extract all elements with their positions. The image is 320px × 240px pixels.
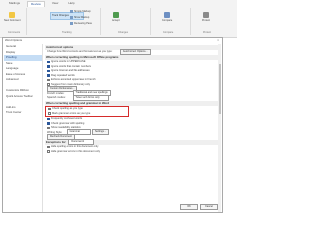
new-comment-button[interactable]: New Comment bbox=[4, 12, 21, 22]
spanish-modes-row: Spanish modes: Tuteo verb forms only bbox=[45, 94, 221, 101]
group-label-comments: Comments bbox=[8, 31, 21, 34]
ribbon: Mailings Review View Help New Comment Co… bbox=[0, 0, 237, 38]
ribbon-tabs: Mailings Review View Help bbox=[6, 1, 77, 7]
tab-view[interactable]: View bbox=[49, 1, 61, 6]
proofing-content: AutoCorrect options Change how Word corr… bbox=[45, 44, 221, 212]
group-label-compare: Compare bbox=[163, 31, 174, 34]
protect-button[interactable]: Protect bbox=[202, 12, 210, 22]
close-icon[interactable]: × bbox=[217, 38, 219, 43]
checkbox[interactable] bbox=[47, 145, 50, 148]
group-label-protect: Protect bbox=[203, 31, 211, 34]
checkbox[interactable] bbox=[48, 112, 51, 115]
checkbox[interactable] bbox=[47, 60, 50, 63]
checkbox-row[interactable]: Hide grammar errors in this document onl… bbox=[45, 149, 221, 154]
checkbox[interactable] bbox=[47, 117, 50, 120]
checkbox-label: Enforce accented uppercase in French bbox=[51, 78, 96, 82]
reviewing-pane-icon bbox=[70, 22, 73, 25]
nav-item-trust-center[interactable]: Trust Center bbox=[4, 110, 42, 116]
group-label-changes: Changes bbox=[118, 31, 129, 34]
checkbox[interactable] bbox=[47, 65, 50, 68]
checkbox-label: Hide grammar errors in this document onl… bbox=[51, 149, 101, 153]
checkbox[interactable] bbox=[47, 78, 50, 81]
checkbox[interactable] bbox=[48, 107, 51, 110]
checkbox-label: Frequently confused words bbox=[51, 117, 83, 121]
checkbox[interactable] bbox=[47, 69, 50, 72]
checkbox-label: Mark grammar errors as you type bbox=[52, 111, 91, 115]
group-divider bbox=[150, 8, 151, 35]
checkbox[interactable] bbox=[47, 122, 50, 125]
compare-button[interactable]: Compare bbox=[162, 12, 172, 22]
checkbox-label: Check grammar with spelling bbox=[51, 121, 85, 125]
checkbox-label: Flag repeated words bbox=[51, 73, 75, 77]
autocorrect-row: Change how Word corrects and formats tex… bbox=[45, 48, 221, 55]
checkbox-label: Hide spelling errors in this document on… bbox=[51, 145, 99, 149]
checkbox-label: Ignore words that contain numbers bbox=[51, 64, 91, 68]
checkbox-row-mark-grammar[interactable]: Mark grammar errors as you type bbox=[46, 111, 128, 116]
tab-help[interactable]: Help bbox=[65, 1, 77, 6]
show-markup-icon bbox=[70, 16, 73, 19]
checkbox[interactable] bbox=[47, 74, 50, 77]
french-modes-label: French modes: bbox=[47, 91, 65, 95]
scrollbar-thumb[interactable] bbox=[218, 64, 221, 114]
cancel-button[interactable]: Cancel bbox=[200, 204, 218, 210]
checkbox-label: Ignore words in UPPERCASE bbox=[51, 60, 86, 64]
dialog-footer: OK Cancel bbox=[180, 204, 218, 210]
scrollbar[interactable] bbox=[218, 44, 221, 212]
spanish-modes-select[interactable]: Tuteo verb forms only bbox=[72, 94, 109, 101]
group-divider bbox=[100, 8, 101, 35]
reviewing-pane-button[interactable]: Reviewing Pane bbox=[70, 22, 92, 25]
accept-button[interactable]: Accept bbox=[112, 12, 120, 22]
compare-icon bbox=[164, 12, 171, 18]
spanish-modes-label: Spanish modes: bbox=[47, 96, 66, 100]
lock-icon bbox=[202, 12, 209, 18]
section-header-word: When correcting spelling and grammar in … bbox=[45, 101, 221, 106]
show-markup-button[interactable]: Show Markup bbox=[70, 16, 89, 19]
checkbox[interactable] bbox=[47, 150, 50, 153]
group-label-tracking: Tracking bbox=[62, 31, 72, 34]
checkbox-label: Ignore Internet and file addresses bbox=[51, 69, 90, 73]
autocorrect-description: Change how Word corrects and formats tex… bbox=[47, 50, 113, 54]
settings-button[interactable]: Settings... bbox=[92, 129, 110, 136]
markup-dropdown[interactable]: Simple Markup bbox=[70, 10, 91, 13]
checkbox[interactable] bbox=[47, 126, 50, 129]
group-divider bbox=[26, 8, 27, 35]
dialog-title: Word Options bbox=[5, 38, 23, 42]
ok-button[interactable]: OK bbox=[180, 204, 198, 210]
checkbox-label: Check spelling as you type bbox=[52, 107, 83, 111]
word-options-dialog: Word Options × General Display Proofing … bbox=[2, 37, 223, 213]
comment-icon bbox=[9, 12, 16, 18]
recheck-row: Recheck Document bbox=[45, 133, 221, 140]
options-nav: General Display Proofing Save Language E… bbox=[4, 44, 43, 212]
accept-icon bbox=[112, 12, 119, 18]
tab-review[interactable]: Review bbox=[27, 1, 45, 7]
markup-icon bbox=[70, 10, 73, 13]
tab-mailings[interactable]: Mailings bbox=[6, 1, 23, 6]
autocorrect-options-button[interactable]: AutoCorrect Options... bbox=[119, 48, 151, 55]
highlighted-options: Check spelling as you type Mark grammar … bbox=[45, 105, 129, 117]
group-divider bbox=[190, 8, 191, 35]
